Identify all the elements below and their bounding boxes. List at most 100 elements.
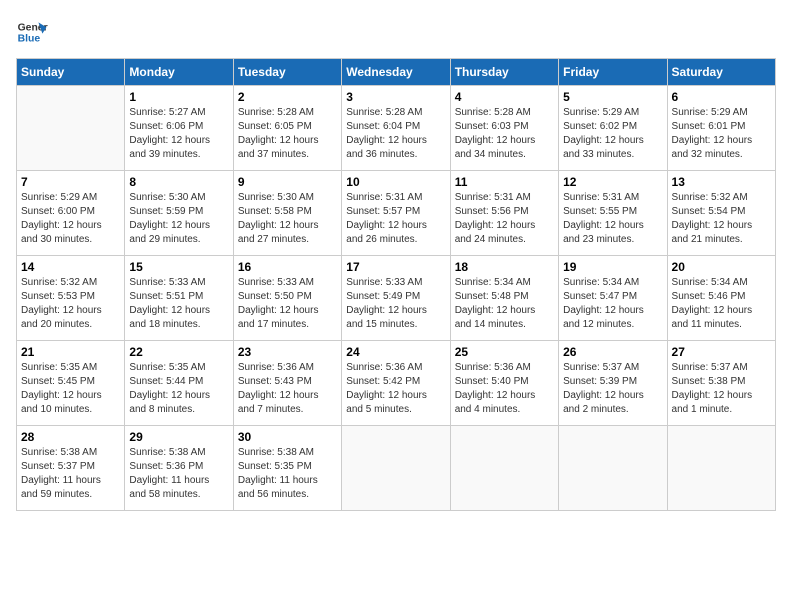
day-info: Sunrise: 5:32 AM Sunset: 5:54 PM Dayligh… xyxy=(672,191,771,247)
day-number: 5 xyxy=(563,90,662,104)
day-number: 28 xyxy=(21,430,120,444)
day-info: Sunrise: 5:32 AM Sunset: 5:53 PM Dayligh… xyxy=(21,276,120,332)
svg-text:Blue: Blue xyxy=(18,34,41,45)
day-number: 21 xyxy=(21,345,120,359)
calendar-cell: 21Sunrise: 5:35 AM Sunset: 5:45 PM Dayli… xyxy=(17,341,125,426)
day-info: Sunrise: 5:34 AM Sunset: 5:48 PM Dayligh… xyxy=(455,276,554,332)
day-info: Sunrise: 5:33 AM Sunset: 5:50 PM Dayligh… xyxy=(238,276,337,332)
day-info: Sunrise: 5:30 AM Sunset: 5:58 PM Dayligh… xyxy=(238,191,337,247)
week-row-3: 14Sunrise: 5:32 AM Sunset: 5:53 PM Dayli… xyxy=(17,256,776,341)
day-number: 10 xyxy=(346,175,445,189)
week-row-4: 21Sunrise: 5:35 AM Sunset: 5:45 PM Dayli… xyxy=(17,341,776,426)
day-info: Sunrise: 5:29 AM Sunset: 6:01 PM Dayligh… xyxy=(672,106,771,162)
day-number: 24 xyxy=(346,345,445,359)
day-info: Sunrise: 5:33 AM Sunset: 5:51 PM Dayligh… xyxy=(129,276,228,332)
day-number: 12 xyxy=(563,175,662,189)
day-number: 22 xyxy=(129,345,228,359)
day-number: 17 xyxy=(346,260,445,274)
calendar-cell: 18 Sunrise: 5:34 AM Sunset: 5:48 PM Dayli… xyxy=(450,256,558,341)
day-number: 18 xyxy=(455,260,554,274)
day-info: Sunrise: 5:37 AM Sunset: 5:39 PM Dayligh… xyxy=(563,361,662,417)
day-info: Sunrise: 5:37 AM Sunset: 5:38 PM Dayligh… xyxy=(672,361,771,417)
calendar-cell: 30 Sunrise: 5:38 AM Sunset: 5:35 PM Dayli… xyxy=(233,426,341,511)
col-header-sunday: Sunday xyxy=(17,59,125,86)
calendar-cell xyxy=(17,86,125,171)
day-info: Sunrise: 5:28 AM Sunset: 6:03 PM Dayligh… xyxy=(455,106,554,162)
calendar-cell: 27 Sunrise: 5:37 AM Sunset: 5:38 PM Dayli… xyxy=(667,341,775,426)
calendar-cell xyxy=(559,426,667,511)
day-info: Sunrise: 5:38 AM Sunset: 5:36 PM Dayligh… xyxy=(129,446,228,502)
day-number: 8 xyxy=(129,175,228,189)
day-info: Sunrise: 5:27 AM Sunset: 6:06 PM Dayligh… xyxy=(129,106,228,162)
day-info: Sunrise: 5:31 AM Sunset: 5:57 PM Dayligh… xyxy=(346,191,445,247)
calendar-cell: 6 Sunrise: 5:29 AM Sunset: 6:01 PM Daylig… xyxy=(667,86,775,171)
calendar-cell: 17 Sunrise: 5:33 AM Sunset: 5:49 PM Dayli… xyxy=(342,256,450,341)
day-number: 25 xyxy=(455,345,554,359)
col-header-friday: Friday xyxy=(559,59,667,86)
calendar-cell: 24Sunrise: 5:36 AM Sunset: 5:42 PM Dayli… xyxy=(342,341,450,426)
day-number: 27 xyxy=(672,345,771,359)
logo: General Blue xyxy=(16,16,48,48)
day-number: 30 xyxy=(238,430,337,444)
week-row-5: 28 Sunrise: 5:38 AM Sunset: 5:37 PM Dayli… xyxy=(17,426,776,511)
header: General Blue xyxy=(16,16,776,48)
day-info: Sunrise: 5:29 AM Sunset: 6:00 PM Dayligh… xyxy=(21,191,120,247)
calendar-cell: 28 Sunrise: 5:38 AM Sunset: 5:37 PM Dayli… xyxy=(17,426,125,511)
calendar-cell: 29 Sunrise: 5:38 AM Sunset: 5:36 PM Dayli… xyxy=(125,426,233,511)
calendar-table: SundayMondayTuesdayWednesdayThursdayFrid… xyxy=(16,58,776,511)
day-number: 6 xyxy=(672,90,771,104)
calendar-cell: 10 Sunrise: 5:31 AM Sunset: 5:57 PM Dayli… xyxy=(342,171,450,256)
calendar-cell: 25 Sunrise: 5:36 AM Sunset: 5:40 PM Dayli… xyxy=(450,341,558,426)
calendar-cell: 4 Sunrise: 5:28 AM Sunset: 6:03 PM Daylig… xyxy=(450,86,558,171)
day-info: Sunrise: 5:33 AM Sunset: 5:49 PM Dayligh… xyxy=(346,276,445,332)
day-info: Sunrise: 5:31 AM Sunset: 5:56 PM Dayligh… xyxy=(455,191,554,247)
day-info: Sunrise: 5:36 AM Sunset: 5:43 PM Dayligh… xyxy=(238,361,337,417)
calendar-cell: 5 Sunrise: 5:29 AM Sunset: 6:02 PM Daylig… xyxy=(559,86,667,171)
day-info: Sunrise: 5:29 AM Sunset: 6:02 PM Dayligh… xyxy=(563,106,662,162)
day-number: 16 xyxy=(238,260,337,274)
col-header-tuesday: Tuesday xyxy=(233,59,341,86)
calendar-cell: 12 Sunrise: 5:31 AM Sunset: 5:55 PM Dayli… xyxy=(559,171,667,256)
day-info: Sunrise: 5:31 AM Sunset: 5:55 PM Dayligh… xyxy=(563,191,662,247)
col-header-monday: Monday xyxy=(125,59,233,86)
day-info: Sunrise: 5:28 AM Sunset: 6:04 PM Dayligh… xyxy=(346,106,445,162)
calendar-cell: 16 Sunrise: 5:33 AM Sunset: 5:50 PM Dayli… xyxy=(233,256,341,341)
day-number: 7 xyxy=(21,175,120,189)
day-info: Sunrise: 5:36 AM Sunset: 5:40 PM Dayligh… xyxy=(455,361,554,417)
calendar-cell xyxy=(342,426,450,511)
calendar-cell: 14Sunrise: 5:32 AM Sunset: 5:53 PM Dayli… xyxy=(17,256,125,341)
calendar-cell xyxy=(667,426,775,511)
calendar-cell: 3Sunrise: 5:28 AM Sunset: 6:04 PM Daylig… xyxy=(342,86,450,171)
calendar-cell: 20 Sunrise: 5:34 AM Sunset: 5:46 PM Dayli… xyxy=(667,256,775,341)
day-number: 23 xyxy=(238,345,337,359)
day-number: 15 xyxy=(129,260,228,274)
day-number: 11 xyxy=(455,175,554,189)
day-info: Sunrise: 5:34 AM Sunset: 5:47 PM Dayligh… xyxy=(563,276,662,332)
col-header-saturday: Saturday xyxy=(667,59,775,86)
week-row-1: 1 Sunrise: 5:27 AM Sunset: 6:06 PM Daylig… xyxy=(17,86,776,171)
calendar-cell: 19 Sunrise: 5:34 AM Sunset: 5:47 PM Dayli… xyxy=(559,256,667,341)
calendar-cell: 26 Sunrise: 5:37 AM Sunset: 5:39 PM Dayli… xyxy=(559,341,667,426)
day-info: Sunrise: 5:38 AM Sunset: 5:37 PM Dayligh… xyxy=(21,446,120,502)
day-info: Sunrise: 5:35 AM Sunset: 5:44 PM Dayligh… xyxy=(129,361,228,417)
calendar-cell: 23 Sunrise: 5:36 AM Sunset: 5:43 PM Dayli… xyxy=(233,341,341,426)
day-info: Sunrise: 5:28 AM Sunset: 6:05 PM Dayligh… xyxy=(238,106,337,162)
day-number: 19 xyxy=(563,260,662,274)
day-number: 9 xyxy=(238,175,337,189)
calendar-cell: 8Sunrise: 5:30 AM Sunset: 5:59 PM Daylig… xyxy=(125,171,233,256)
day-number: 20 xyxy=(672,260,771,274)
day-number: 26 xyxy=(563,345,662,359)
calendar-cell: 15 Sunrise: 5:33 AM Sunset: 5:51 PM Dayli… xyxy=(125,256,233,341)
calendar-cell: 13Sunrise: 5:32 AM Sunset: 5:54 PM Dayli… xyxy=(667,171,775,256)
calendar-cell: 1 Sunrise: 5:27 AM Sunset: 6:06 PM Daylig… xyxy=(125,86,233,171)
calendar-cell xyxy=(450,426,558,511)
calendar-cell: 9 Sunrise: 5:30 AM Sunset: 5:58 PM Daylig… xyxy=(233,171,341,256)
week-row-2: 7 Sunrise: 5:29 AM Sunset: 6:00 PM Daylig… xyxy=(17,171,776,256)
day-info: Sunrise: 5:34 AM Sunset: 5:46 PM Dayligh… xyxy=(672,276,771,332)
day-number: 4 xyxy=(455,90,554,104)
day-info: Sunrise: 5:38 AM Sunset: 5:35 PM Dayligh… xyxy=(238,446,337,502)
day-number: 1 xyxy=(129,90,228,104)
day-number: 29 xyxy=(129,430,228,444)
calendar-cell: 22 Sunrise: 5:35 AM Sunset: 5:44 PM Dayli… xyxy=(125,341,233,426)
calendar-cell: 11 Sunrise: 5:31 AM Sunset: 5:56 PM Dayli… xyxy=(450,171,558,256)
